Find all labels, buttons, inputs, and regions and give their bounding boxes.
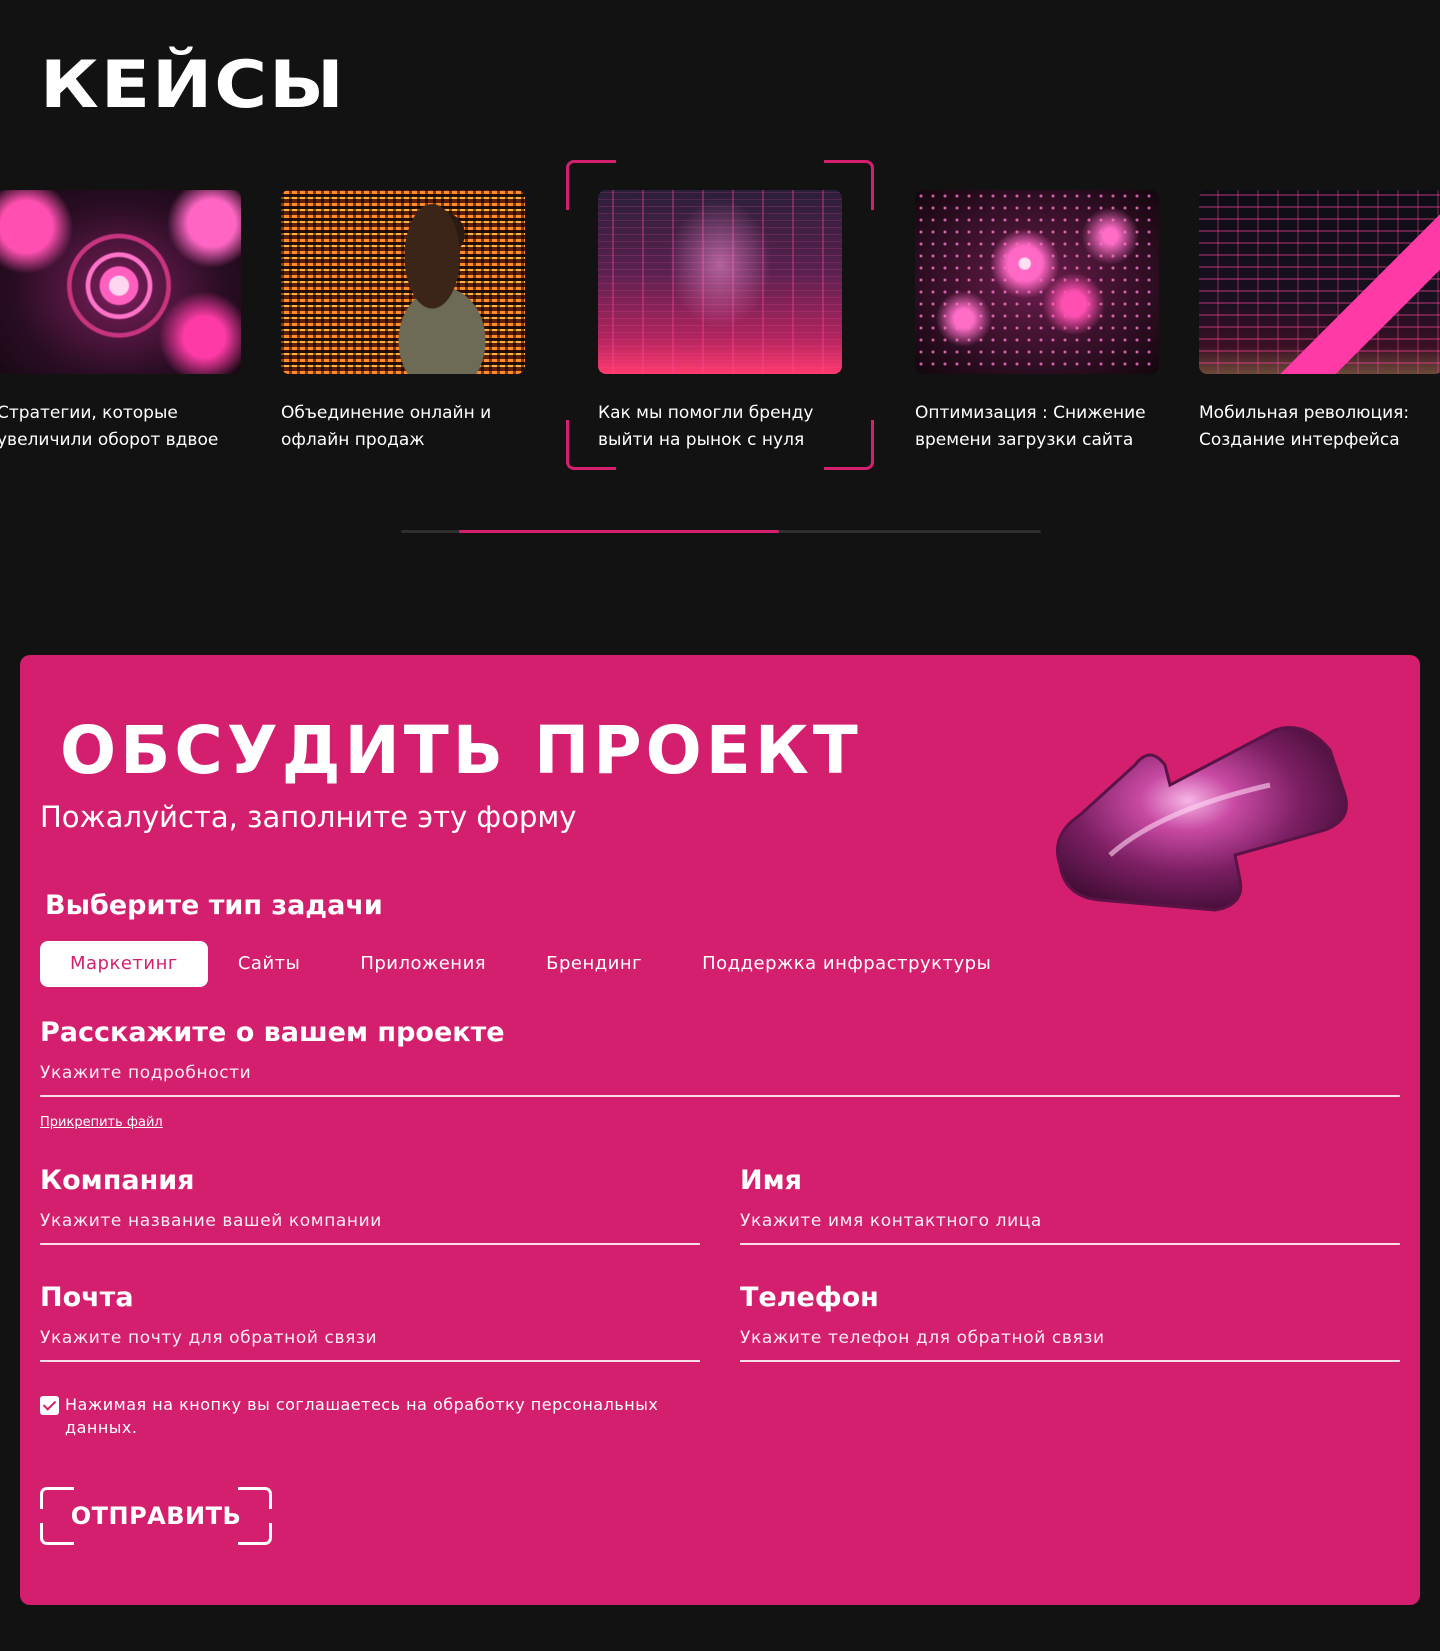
case-card-strategies[interactable]: Стратегии, которые увеличили оборот вдво… xyxy=(0,190,241,454)
consent-checkbox[interactable] xyxy=(40,1396,59,1415)
name-input[interactable] xyxy=(740,1211,1400,1245)
case-image-neon-city xyxy=(598,190,842,374)
consent-text: Нажимая на кнопку вы соглашаетесь на обр… xyxy=(65,1395,659,1437)
active-card-frame-corner xyxy=(824,420,874,470)
case-card-optimization[interactable]: Оптимизация : Снижение времени загрузки … xyxy=(915,190,1159,454)
case-caption: Как мы помогли бренду выйти на рынок с н… xyxy=(598,403,814,450)
tab-infrastructure-support[interactable]: Поддержка инфраструктуры xyxy=(672,941,1021,987)
active-card-frame-corner xyxy=(566,160,616,210)
email-label: Почта xyxy=(40,1282,134,1313)
discuss-project-form: ОБСУДИТЬ ПРОЕКТ Пожалуйста, заполните эт… xyxy=(20,655,1420,1605)
tab-applications[interactable]: Приложения xyxy=(330,941,516,987)
case-caption: Стратегии, которые увеличили оборот вдво… xyxy=(0,403,219,450)
carousel-scrollbar-thumb[interactable] xyxy=(459,530,779,533)
project-label: Расскажите о вашем проекте xyxy=(40,1017,505,1048)
form-title: ОБСУДИТЬ ПРОЕКТ xyxy=(60,712,862,789)
task-type-tabs: Маркетинг Сайты Приложения Брендинг Подд… xyxy=(40,941,1021,987)
case-image-particles xyxy=(915,190,1159,374)
tab-marketing[interactable]: Маркетинг xyxy=(40,941,208,987)
submit-label: ОТПРАВИТЬ xyxy=(70,1502,242,1530)
phone-input[interactable] xyxy=(740,1328,1400,1362)
active-card-frame-corner xyxy=(824,160,874,210)
tab-branding[interactable]: Брендинг xyxy=(516,941,672,987)
case-image-gears xyxy=(0,190,241,374)
button-frame-corner xyxy=(238,1523,272,1545)
consent-row: Нажимая на кнопку вы соглашаетесь на обр… xyxy=(40,1393,700,1439)
form-subtitle: Пожалуйста, заполните эту форму xyxy=(40,800,577,834)
attach-file-link[interactable]: Прикрепить файл xyxy=(40,1115,163,1130)
company-input[interactable] xyxy=(40,1211,700,1245)
company-label: Компания xyxy=(40,1165,195,1196)
active-card-frame-corner xyxy=(566,420,616,470)
arrow-3d-icon xyxy=(1056,726,1348,912)
email-input[interactable] xyxy=(40,1328,700,1362)
case-card-brand-launch[interactable]: Как мы помогли бренду выйти на рынок с н… xyxy=(598,190,842,454)
button-frame-corner xyxy=(40,1523,74,1545)
case-card-mobile[interactable]: Мобильная революция: Создание интерфейса xyxy=(1199,190,1440,454)
case-caption: Объединение онлайн и офлайн продаж xyxy=(281,403,492,450)
button-frame-corner xyxy=(40,1487,74,1509)
button-frame-corner xyxy=(238,1487,272,1509)
tab-websites[interactable]: Сайты xyxy=(208,941,331,987)
cases-title: КЕЙСЫ xyxy=(40,46,346,123)
case-image-monitor xyxy=(1199,190,1440,374)
carousel-scrollbar[interactable] xyxy=(401,530,1041,533)
case-image-man-trading-floor xyxy=(281,190,525,374)
case-caption: Мобильная революция: Создание интерфейса xyxy=(1199,403,1410,450)
case-card-omnichannel[interactable]: Объединение онлайн и офлайн продаж xyxy=(281,190,525,454)
name-label: Имя xyxy=(740,1165,803,1196)
task-type-heading: Выберите тип задачи xyxy=(45,890,383,921)
submit-button[interactable]: ОТПРАВИТЬ xyxy=(40,1487,272,1545)
cases-carousel[interactable]: Стратегии, которые увеличили оборот вдво… xyxy=(0,150,1440,480)
phone-label: Телефон xyxy=(740,1282,879,1313)
project-details-input[interactable] xyxy=(40,1063,1400,1097)
case-caption: Оптимизация : Снижение времени загрузки … xyxy=(915,403,1146,450)
